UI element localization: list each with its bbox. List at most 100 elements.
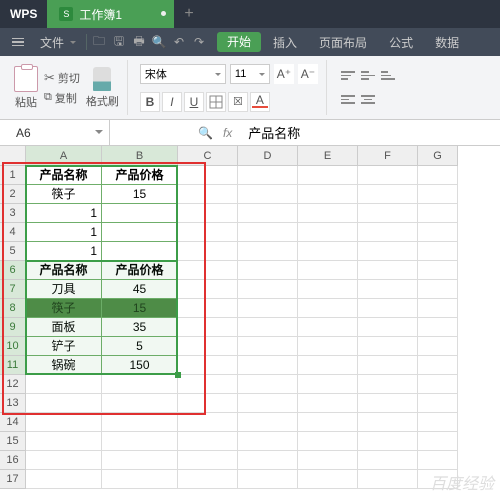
row-header-10[interactable]: 10 — [0, 337, 26, 356]
align-bottom-button[interactable] — [379, 67, 397, 85]
cell-A11[interactable]: 锅碗 — [26, 356, 102, 375]
cell-A1[interactable]: 产品名称 — [26, 166, 102, 185]
cell-D11[interactable] — [238, 356, 298, 375]
redo-icon[interactable]: ↷ — [191, 34, 207, 50]
cell-F14[interactable] — [358, 413, 418, 432]
cell-E3[interactable] — [298, 204, 358, 223]
cell-G6[interactable] — [418, 261, 458, 280]
cell-G5[interactable] — [418, 242, 458, 261]
paste-button[interactable]: 粘贴 — [14, 66, 38, 110]
select-all-corner[interactable] — [0, 146, 26, 166]
menu-tab-开始[interactable]: 开始 — [217, 32, 261, 52]
cut-button[interactable]: ✂剪切 — [44, 70, 80, 86]
cell-G16[interactable] — [418, 451, 458, 470]
format-painter-button[interactable]: 格式刷 — [86, 67, 119, 109]
row-header-9[interactable]: 9 — [0, 318, 26, 337]
row-header-14[interactable]: 14 — [0, 413, 26, 432]
row-header-7[interactable]: 7 — [0, 280, 26, 299]
cell-B8[interactable]: 15 — [102, 299, 178, 318]
cell-B2[interactable]: 15 — [102, 185, 178, 204]
cell-E9[interactable] — [298, 318, 358, 337]
cell-E7[interactable] — [298, 280, 358, 299]
cell-A16[interactable] — [26, 451, 102, 470]
cell-G1[interactable] — [418, 166, 458, 185]
increase-font-button[interactable]: A⁺ — [274, 64, 294, 84]
cell-B17[interactable] — [102, 470, 178, 489]
cell-C5[interactable] — [178, 242, 238, 261]
cell-A15[interactable] — [26, 432, 102, 451]
cell-B10[interactable]: 5 — [102, 337, 178, 356]
print-icon[interactable]: 🖶 — [131, 34, 147, 50]
cell-C6[interactable] — [178, 261, 238, 280]
cell-F11[interactable] — [358, 356, 418, 375]
row-header-11[interactable]: 11 — [0, 356, 26, 375]
font-name-select[interactable]: 宋体 — [140, 64, 226, 84]
cell-D12[interactable] — [238, 375, 298, 394]
cell-B1[interactable]: 产品价格 — [102, 166, 178, 185]
zoom-icon[interactable]: 🔍 — [198, 126, 213, 140]
cell-C1[interactable] — [178, 166, 238, 185]
cell-G8[interactable] — [418, 299, 458, 318]
bold-button[interactable]: B — [140, 92, 160, 112]
cell-G12[interactable] — [418, 375, 458, 394]
cell-D4[interactable] — [238, 223, 298, 242]
col-header-F[interactable]: F — [358, 146, 418, 166]
row-header-2[interactable]: 2 — [0, 185, 26, 204]
cell-E2[interactable] — [298, 185, 358, 204]
col-header-A[interactable]: A — [26, 146, 102, 166]
row-header-3[interactable]: 3 — [0, 204, 26, 223]
cell-F5[interactable] — [358, 242, 418, 261]
name-box[interactable]: A6 — [0, 120, 110, 145]
menu-tab-数据[interactable]: 数据 — [425, 34, 469, 51]
open-icon[interactable]: 🗀 — [91, 34, 107, 50]
cell-A5[interactable]: 1 — [26, 242, 102, 261]
cell-D17[interactable] — [238, 470, 298, 489]
cell-C2[interactable] — [178, 185, 238, 204]
menu-hamburger[interactable] — [6, 38, 30, 47]
cell-G7[interactable] — [418, 280, 458, 299]
font-color-button[interactable]: A — [250, 92, 270, 112]
cell-C3[interactable] — [178, 204, 238, 223]
cell-C9[interactable] — [178, 318, 238, 337]
cell-C13[interactable] — [178, 394, 238, 413]
align-top-button[interactable] — [339, 67, 357, 85]
cell-E8[interactable] — [298, 299, 358, 318]
cell-E11[interactable] — [298, 356, 358, 375]
menu-tab-页面布局[interactable]: 页面布局 — [309, 34, 377, 51]
cell-F1[interactable] — [358, 166, 418, 185]
cell-D9[interactable] — [238, 318, 298, 337]
cell-E4[interactable] — [298, 223, 358, 242]
cell-D15[interactable] — [238, 432, 298, 451]
cell-G3[interactable] — [418, 204, 458, 223]
save-icon[interactable]: 🖫 — [111, 34, 127, 50]
cell-A4[interactable]: 1 — [26, 223, 102, 242]
cell-A6[interactable]: 产品名称 — [26, 261, 102, 280]
cell-D3[interactable] — [238, 204, 298, 223]
col-header-D[interactable]: D — [238, 146, 298, 166]
cell-D1[interactable] — [238, 166, 298, 185]
cell-D16[interactable] — [238, 451, 298, 470]
fx-icon[interactable]: fx — [223, 126, 232, 140]
row-header-5[interactable]: 5 — [0, 242, 26, 261]
cell-D5[interactable] — [238, 242, 298, 261]
cell-F12[interactable] — [358, 375, 418, 394]
cell-G14[interactable] — [418, 413, 458, 432]
cell-E6[interactable] — [298, 261, 358, 280]
cell-E1[interactable] — [298, 166, 358, 185]
cell-B6[interactable]: 产品价格 — [102, 261, 178, 280]
row-header-12[interactable]: 12 — [0, 375, 26, 394]
cell-G15[interactable] — [418, 432, 458, 451]
copy-button[interactable]: ⧉复制 — [44, 90, 80, 106]
row-header-15[interactable]: 15 — [0, 432, 26, 451]
cell-G4[interactable] — [418, 223, 458, 242]
cell-D14[interactable] — [238, 413, 298, 432]
cell-C7[interactable] — [178, 280, 238, 299]
cell-E16[interactable] — [298, 451, 358, 470]
font-size-select[interactable]: 11 — [230, 64, 270, 84]
cell-A9[interactable]: 面板 — [26, 318, 102, 337]
file-menu[interactable]: 文件 — [34, 34, 82, 51]
selection-handle[interactable] — [175, 372, 181, 378]
cell-D10[interactable] — [238, 337, 298, 356]
cell-A3[interactable]: 1 — [26, 204, 102, 223]
align-center-button[interactable] — [359, 91, 377, 109]
